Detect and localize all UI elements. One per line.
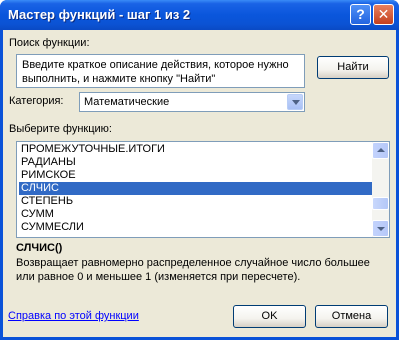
list-item[interactable]: РАДИАНЫ [19, 156, 372, 169]
category-select[interactable]: Математические [79, 92, 305, 112]
category-label: Категория: [9, 95, 64, 107]
window-title: Мастер функций - шаг 1 из 2 [8, 7, 191, 22]
scroll-down-icon[interactable] [372, 220, 389, 237]
chevron-down-icon[interactable] [287, 94, 303, 110]
scroll-up-icon[interactable] [372, 142, 389, 159]
search-label: Поиск функции: [9, 37, 90, 49]
close-button[interactable]: ✕ [373, 4, 394, 25]
function-list[interactable]: ПРОМЕЖУТОЧНЫЕ.ИТОГИ РАДИАНЫ РИМСКОЕ СЛЧИ… [16, 141, 390, 238]
list-item-selected[interactable]: СЛЧИС [19, 182, 372, 195]
function-list-label: Выберите функцию: [9, 123, 112, 135]
help-button[interactable]: ? [350, 4, 371, 25]
find-button[interactable]: Найти [317, 56, 389, 79]
function-description: Возвращает равномерно распределенное слу… [16, 257, 370, 283]
help-link[interactable]: Справка по этой функции [8, 310, 139, 322]
cancel-button[interactable]: Отмена [315, 305, 388, 328]
dialog-body: Поиск функции: Введите краткое описание … [3, 30, 396, 337]
vertical-scrollbar[interactable] [372, 142, 389, 237]
list-item[interactable]: СТЕПЕНЬ [19, 195, 372, 208]
title-bar[interactable]: Мастер функций - шаг 1 из 2 ? ✕ [0, 0, 399, 30]
ok-button[interactable]: OK [233, 305, 306, 328]
search-input[interactable]: Введите краткое описание действия, котор… [16, 54, 305, 88]
list-item[interactable]: РИМСКОЕ [19, 169, 372, 182]
list-item[interactable]: ПРОМЕЖУТОЧНЫЕ.ИТОГИ [19, 143, 372, 156]
scroll-thumb[interactable] [372, 197, 389, 210]
category-selected-value: Математические [84, 96, 170, 108]
list-item[interactable]: СУММ [19, 208, 372, 221]
function-signature: СЛЧИС() [16, 242, 63, 254]
list-item[interactable]: СУММЕСЛИ [19, 221, 372, 234]
dialog-window: Мастер функций - шаг 1 из 2 ? ✕ Поиск фу… [0, 0, 399, 340]
